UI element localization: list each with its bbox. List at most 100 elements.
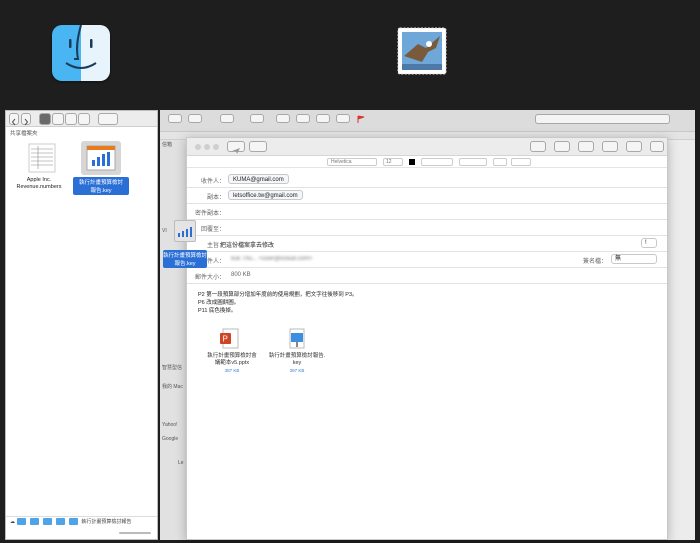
- column-view-button[interactable]: [65, 113, 77, 125]
- sidebar-item-le[interactable]: Le: [178, 460, 184, 469]
- toolbar-button[interactable]: [276, 114, 290, 123]
- mail-app-icon[interactable]: [392, 20, 452, 80]
- chevron-left-icon: [11, 118, 16, 126]
- header-fields-button[interactable]: [249, 141, 267, 152]
- template-button[interactable]: [650, 141, 664, 152]
- breadcrumb-current[interactable]: 執行計畫預算檢討報告: [81, 519, 131, 525]
- bold-italic-underline-group[interactable]: [421, 158, 453, 166]
- breadcrumb: ☁ 執行計畫預算檢討報告: [6, 516, 157, 526]
- compose-window: Helvetica 12 收件人： KUMA@gmail.com 副本： let…: [186, 137, 668, 540]
- zoom-button[interactable]: [213, 144, 219, 150]
- keynote-file-icon: [86, 145, 116, 171]
- subject-row[interactable]: 主旨： 把這份檔案拿去修改 !: [187, 236, 667, 252]
- font-size-select[interactable]: 12: [383, 158, 403, 166]
- list-view-button[interactable]: [52, 113, 64, 125]
- toolbar-button[interactable]: [220, 114, 234, 123]
- sidebar-section: Google: [162, 436, 179, 442]
- from-value[interactable]: kuk Thu... <user@icloud.com>: [231, 256, 312, 262]
- body-line[interactable]: P2 第一段預算部分增加年度前的使用規劃，把文字往後移到 P3。: [198, 290, 358, 298]
- alignment-group[interactable]: [459, 158, 487, 166]
- finder-toolbar: [6, 111, 157, 127]
- sidebar-section: 我的 Mac: [162, 384, 183, 390]
- to-row: 收件人： KUMA@gmail.com: [187, 172, 667, 188]
- list-button[interactable]: [493, 158, 507, 166]
- icon-size-slider[interactable]: [119, 532, 151, 534]
- paper-plane-icon: [232, 148, 240, 154]
- signature-select[interactable]: 無: [611, 254, 657, 264]
- folder-icon: [17, 518, 26, 526]
- markup-button[interactable]: [578, 141, 594, 152]
- powerpoint-file-icon: P: [220, 328, 239, 349]
- attachment-name-line2: key: [292, 360, 302, 366]
- priority-select[interactable]: !: [641, 238, 657, 248]
- toolbar-button[interactable]: [316, 114, 330, 123]
- folder-icon: [69, 518, 78, 526]
- cc-row: 副本： letsoffice.tw@gmail.com: [187, 188, 667, 204]
- reply-to-row[interactable]: 回覆至：: [187, 220, 667, 236]
- folder-icon: [30, 518, 39, 526]
- message-size-label: 郵件大小：: [194, 275, 225, 281]
- toolbar-button[interactable]: [296, 114, 310, 123]
- chevron-right-icon: [24, 118, 29, 126]
- minimize-button[interactable]: [204, 144, 210, 150]
- reply-button[interactable]: [530, 141, 546, 152]
- keynote-file-icon: [289, 328, 305, 349]
- search-field[interactable]: [535, 114, 670, 124]
- send-button[interactable]: [227, 141, 245, 154]
- finder-window: 共享檔案夾 Apple Inc. Revenue.numbers 執行計畫預算檢…: [5, 110, 158, 540]
- keynote-file-icon: [178, 227, 192, 237]
- svg-text:P: P: [223, 335, 228, 344]
- format-bar: Helvetica 12: [187, 156, 667, 168]
- folder-icon: [43, 518, 52, 526]
- finder-app-icon[interactable]: [52, 25, 110, 81]
- text-color-swatch[interactable]: [409, 159, 415, 165]
- bcc-row[interactable]: 密件副本：: [187, 204, 667, 220]
- file-name-line1: Apple Inc.: [26, 177, 52, 183]
- toolbar-button[interactable]: [250, 114, 264, 123]
- subject-value[interactable]: 把這份檔案拿去修改: [220, 240, 274, 249]
- message-size-value: 800 KB: [231, 272, 251, 278]
- numbers-file-icon: [28, 143, 56, 173]
- attach-button[interactable]: [554, 141, 570, 152]
- forward-button[interactable]: [21, 113, 31, 126]
- photo-browser-button[interactable]: [626, 141, 642, 152]
- file-item-numbers[interactable]: Apple Inc. Revenue.numbers: [16, 143, 62, 203]
- toolbar-button[interactable]: [188, 114, 202, 123]
- back-button[interactable]: [9, 113, 19, 126]
- flag-icon[interactable]: [357, 115, 365, 123]
- toolbar-button[interactable]: [336, 114, 350, 123]
- cc-recipient-token[interactable]: letsoffice.tw@gmail.com: [228, 190, 303, 200]
- eagle-stamp-icon: [397, 27, 447, 75]
- format-button[interactable]: [602, 141, 618, 152]
- folder-icon: [56, 518, 65, 526]
- message-size-row: 郵件大小： 800 KB: [187, 268, 667, 284]
- attachment-key[interactable]: 執行計畫預算檢討報告. key 397 KB: [262, 328, 332, 388]
- indent-group[interactable]: [511, 158, 531, 166]
- compose-toolbar: [187, 138, 667, 156]
- body-line[interactable]: P11 底色換掉。: [198, 306, 236, 314]
- drag-ghost: 執行計畫預算檢討 報告.key: [160, 219, 208, 269]
- signature-label: 簽名檔：: [583, 259, 608, 265]
- sidebar-section: 智慧型信: [162, 365, 183, 371]
- finder-face-icon: [65, 25, 97, 69]
- attachment-size: 397 KB: [289, 368, 305, 373]
- file-name-line2: Revenue.numbers: [16, 184, 62, 190]
- to-label: 收件人：: [200, 179, 225, 185]
- close-button[interactable]: [195, 144, 201, 150]
- icon-view-button[interactable]: [39, 113, 51, 125]
- mail-sidebar: 信箱 VI 智慧型信 我的 Mac Yahoo! Google Le: [160, 140, 186, 540]
- attachment-name-line1: 執行計畫預算檢討報告.: [268, 353, 326, 359]
- drag-ghost-label-line1: 執行計畫預算檢討: [163, 253, 208, 259]
- arrange-button[interactable]: [98, 113, 118, 125]
- sidebar-header: 共享檔案夾: [10, 131, 38, 137]
- file-name-line1: 執行計畫預算檢討: [78, 180, 123, 186]
- file-item-keynote[interactable]: 執行計畫預算檢討 報告.key: [73, 141, 129, 203]
- mail-toolbar: [160, 110, 695, 132]
- body-line[interactable]: P6 改成圓餅圖。: [198, 298, 239, 306]
- font-family-select[interactable]: Helvetica: [327, 158, 377, 166]
- gallery-view-button[interactable]: [78, 113, 90, 125]
- cloud-icon: ☁: [10, 519, 15, 525]
- sidebar-header: 信箱: [162, 142, 173, 148]
- to-recipient-token[interactable]: KUMA@gmail.com: [228, 174, 289, 184]
- toolbar-button[interactable]: [168, 114, 182, 123]
